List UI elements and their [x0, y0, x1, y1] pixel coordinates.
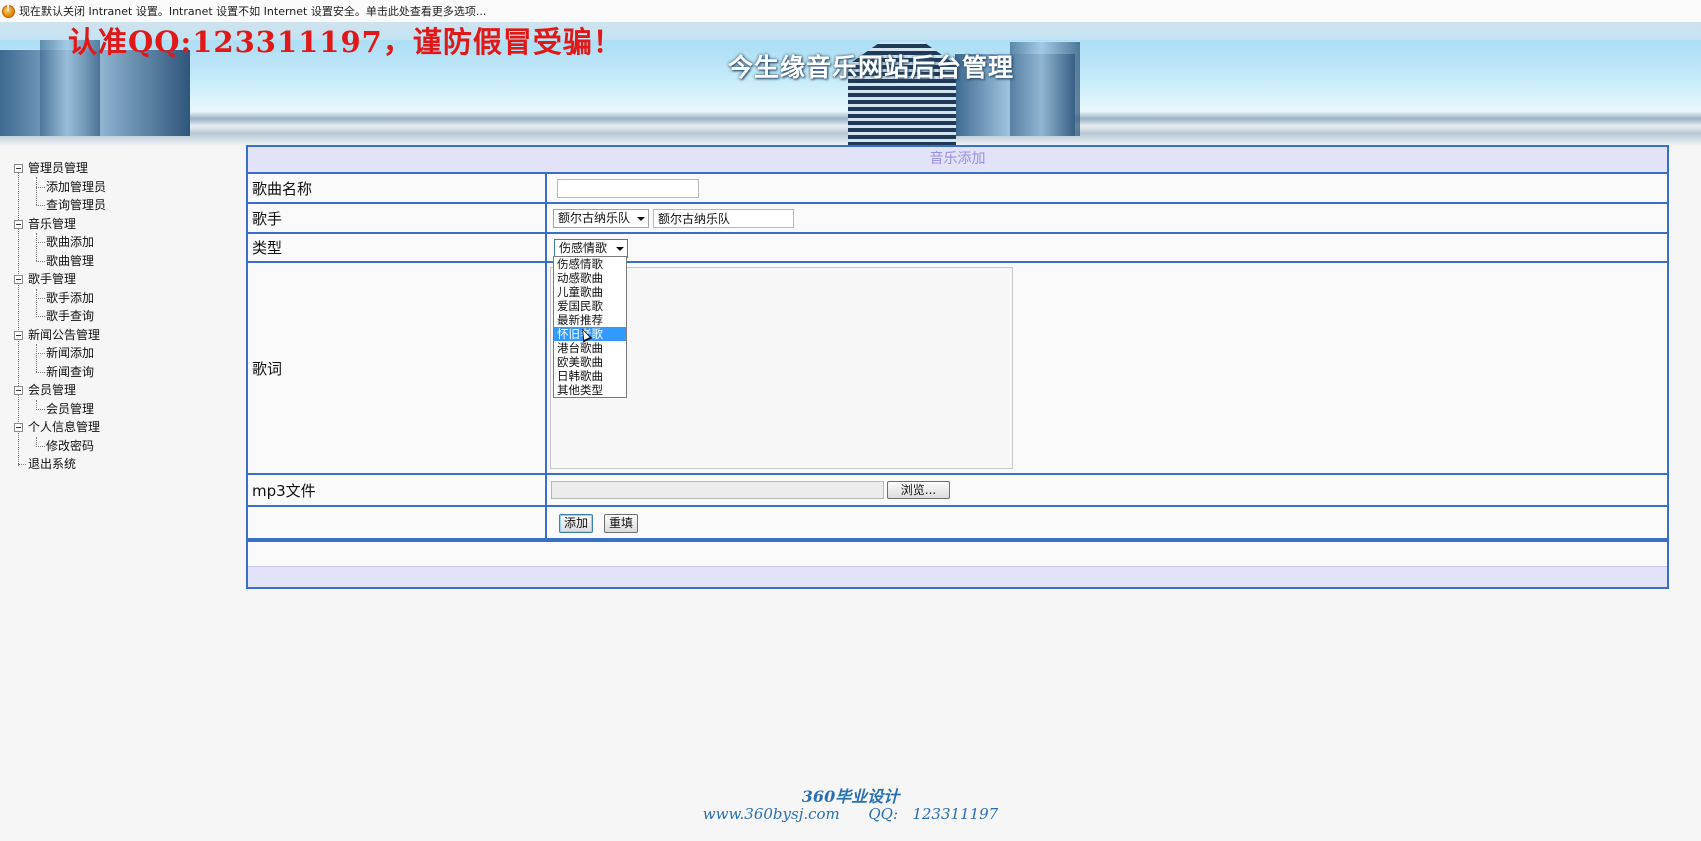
sidebar-item-change-password[interactable]: 修改密码	[14, 437, 234, 456]
type-option[interactable]: 日韩歌曲	[554, 369, 626, 383]
tree-group-news[interactable]: 新闻公告管理	[14, 326, 234, 345]
type-option[interactable]: 港台歌曲	[554, 341, 626, 355]
collapse-icon[interactable]	[14, 386, 23, 395]
row-mp3: mp3文件 浏览...	[248, 475, 1667, 507]
collapse-icon[interactable]	[14, 219, 23, 229]
mp3-label: mp3文件	[248, 475, 547, 505]
tree-group-member[interactable]: 会员管理	[14, 381, 234, 400]
sidebar-item-member-manage[interactable]: 会员管理	[14, 400, 234, 419]
warning-icon	[2, 4, 15, 18]
type-option[interactable]: 最新推荐	[554, 313, 626, 327]
singer-text-input[interactable]: 额尔古纳乐队	[653, 209, 794, 228]
chevron-down-icon	[616, 247, 624, 251]
site-title: 今生缘音乐网站后台管理	[728, 53, 1015, 82]
lyrics-label: 歌词	[248, 263, 547, 473]
song-name-input[interactable]	[557, 179, 699, 198]
form-caption: 音乐添加	[248, 147, 1667, 174]
footer-brand: 360毕业设计	[801, 787, 900, 806]
sidebar-item-query-admin[interactable]: 查询管理员	[14, 196, 234, 215]
song-name-label: 歌曲名称	[248, 174, 547, 202]
browse-button[interactable]: 浏览...	[887, 481, 950, 499]
type-option[interactable]: 欧美歌曲	[554, 355, 626, 369]
type-option[interactable]: 儿童歌曲	[554, 285, 626, 299]
type-option[interactable]: 爱国民歌	[554, 299, 626, 313]
sidebar-item-manage-songs[interactable]: 歌曲管理	[14, 252, 234, 271]
row-song-name: 歌曲名称	[248, 174, 1667, 204]
chevron-down-icon	[637, 217, 645, 221]
sidebar-item-add-singer[interactable]: 歌手添加	[14, 289, 234, 308]
collapse-icon[interactable]	[14, 164, 23, 173]
collapse-icon[interactable]	[14, 423, 23, 432]
intranet-infobar[interactable]: 现在默认关闭 Intranet 设置。Intranet 设置不如 Interne…	[0, 0, 1701, 23]
singer-select[interactable]: 额尔古纳乐队	[553, 209, 649, 228]
add-button[interactable]: 添加	[559, 514, 593, 533]
watermark-text: 认准QQ:123311197，谨防假冒受骗！	[68, 25, 623, 59]
sidebar-item-add-song[interactable]: 歌曲添加	[14, 233, 234, 252]
type-option[interactable]: 动感歌曲	[554, 271, 626, 285]
mp3-file-path[interactable]	[551, 481, 884, 499]
row-singer: 歌手 额尔古纳乐队 额尔古纳乐队	[248, 204, 1667, 234]
sidebar-tree: 管理员管理 添加管理员 查询管理员 音乐管理 歌曲添加 歌曲管理 歌手管理 歌手…	[14, 159, 234, 474]
sidebar-item-add-news[interactable]: 新闻添加	[14, 344, 234, 363]
header-banner: 认准QQ:123311197，谨防假冒受骗！ 今生缘音乐网站后台管理	[0, 22, 1701, 146]
type-label: 类型	[248, 234, 547, 261]
footer-contact: www.360bysj.com QQ: 123311197	[702, 805, 999, 823]
type-dropdown-list[interactable]: 伤感情歌 动感歌曲 儿童歌曲 爱国民歌 最新推荐 怀旧老歌 港台歌曲 欧美歌曲 …	[553, 256, 627, 398]
sidebar-item-query-singer[interactable]: 歌手查询	[14, 307, 234, 326]
tree-group-profile[interactable]: 个人信息管理	[14, 418, 234, 437]
collapse-icon[interactable]	[14, 275, 23, 284]
type-option[interactable]: 其他类型	[554, 383, 626, 397]
form-footer-bar	[248, 566, 1667, 587]
tree-group-singer[interactable]: 歌手管理	[14, 270, 234, 289]
tree-group-admin[interactable]: 管理员管理	[14, 159, 234, 178]
reset-button[interactable]: 重填	[604, 514, 638, 533]
type-option[interactable]: 伤感情歌	[554, 257, 626, 271]
sidebar-item-query-news[interactable]: 新闻查询	[14, 363, 234, 382]
sidebar-item-add-admin[interactable]: 添加管理员	[14, 178, 234, 197]
tree-group-music[interactable]: 音乐管理	[14, 215, 234, 234]
singer-label: 歌手	[248, 204, 547, 232]
row-type: 类型 伤感情歌	[248, 234, 1667, 263]
infobar-text[interactable]: 现在默认关闭 Intranet 设置。Intranet 设置不如 Interne…	[19, 3, 486, 19]
sidebar-item-logout[interactable]: 退出系统	[14, 455, 234, 474]
row-actions: 添加 重填	[248, 507, 1667, 540]
collapse-icon[interactable]	[14, 330, 23, 340]
